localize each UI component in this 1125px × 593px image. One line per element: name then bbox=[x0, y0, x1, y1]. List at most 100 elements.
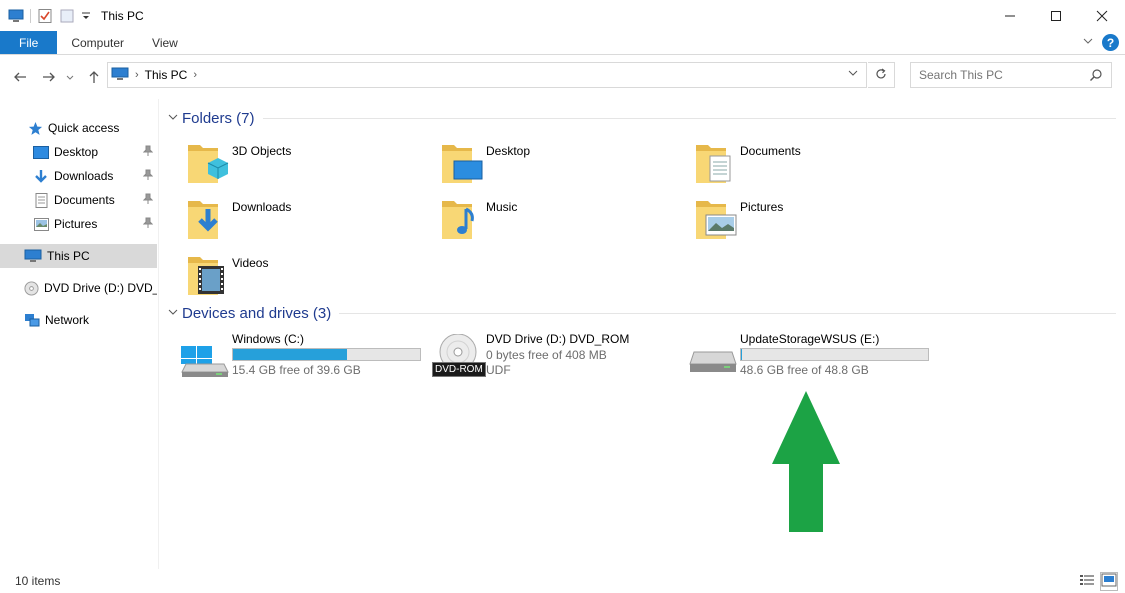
back-icon[interactable] bbox=[9, 66, 31, 88]
tab-computer[interactable]: Computer bbox=[57, 31, 138, 54]
folders-group-title: Folders (7) bbox=[182, 110, 255, 127]
tab-view[interactable]: View bbox=[138, 31, 192, 54]
computer-icon bbox=[111, 67, 129, 84]
downloads-folder-icon bbox=[186, 195, 234, 243]
search-icon[interactable] bbox=[1089, 68, 1103, 85]
item-count: 10 items bbox=[15, 574, 61, 588]
folder-tile-videos[interactable]: Videos bbox=[186, 251, 436, 301]
sidebar-item-quick-access[interactable]: Quick access bbox=[0, 116, 157, 140]
window-title: This PC bbox=[101, 8, 144, 23]
chevron-down-icon[interactable] bbox=[168, 112, 182, 125]
pin-icon bbox=[142, 193, 154, 208]
sidebar-item-label: Quick access bbox=[48, 121, 120, 135]
ribbon-tabs: File Computer View ? bbox=[0, 31, 1125, 55]
folder-tile-music[interactable]: Music bbox=[440, 195, 690, 245]
refresh-button[interactable] bbox=[868, 62, 895, 88]
refresh-icon bbox=[875, 67, 887, 83]
pin-icon bbox=[142, 217, 154, 232]
folder-tile-pictures[interactable]: Pictures bbox=[694, 195, 944, 245]
new-folder-icon[interactable] bbox=[59, 8, 75, 24]
folders-group-header[interactable]: Folders (7) bbox=[168, 110, 1116, 127]
dvd-icon bbox=[24, 280, 39, 296]
close-button[interactable] bbox=[1079, 0, 1125, 31]
drive-usage-fill bbox=[233, 349, 348, 360]
navigation-bar: › This PC › bbox=[0, 55, 1125, 99]
windows-drive-icon bbox=[180, 334, 230, 380]
folder-label: Desktop bbox=[486, 144, 531, 158]
network-icon bbox=[24, 312, 40, 328]
sidebar-item-label: Pictures bbox=[54, 217, 98, 231]
drive-tile-e[interactable]: UpdateStorageWSUS (E:) 48.6 GB free of 4… bbox=[688, 332, 938, 382]
3d-objects-folder-icon bbox=[186, 139, 234, 187]
drive-tile-d[interactable]: DVD-ROM DVD Drive (D:) DVD_ROM 0 bytes f… bbox=[432, 332, 684, 382]
folder-tile-documents[interactable]: Documents bbox=[694, 139, 944, 189]
folder-tile-downloads[interactable]: Downloads bbox=[186, 195, 436, 245]
address-bar[interactable]: › This PC › bbox=[107, 62, 867, 88]
properties-icon[interactable] bbox=[37, 8, 53, 24]
sidebar-item-label: Desktop bbox=[54, 145, 99, 159]
dvd-rom-badge: DVD-ROM bbox=[432, 362, 486, 377]
divider bbox=[339, 313, 1116, 314]
minimize-button[interactable] bbox=[987, 0, 1033, 31]
folder-label: Documents bbox=[740, 144, 801, 158]
chevron-down-icon[interactable] bbox=[848, 68, 858, 81]
chevron-right-icon[interactable]: › bbox=[135, 69, 139, 81]
drive-name: UpdateStorageWSUS (E:) bbox=[740, 332, 880, 346]
quick-access-toolbar bbox=[8, 8, 91, 24]
drives-group-title: Devices and drives (3) bbox=[182, 305, 332, 322]
sidebar-item-label: This PC bbox=[47, 249, 90, 263]
sidebar-item-label: Network bbox=[45, 313, 90, 327]
breadcrumb-this-pc[interactable]: This PC bbox=[145, 68, 188, 82]
expand-ribbon-icon[interactable] bbox=[1082, 35, 1094, 50]
search-input[interactable] bbox=[919, 68, 1079, 82]
document-icon bbox=[33, 192, 49, 208]
maximize-button[interactable] bbox=[1033, 0, 1079, 31]
title-bar: This PC bbox=[0, 0, 1125, 31]
sidebar-item-network[interactable]: Network bbox=[0, 308, 157, 332]
large-icons-view-icon[interactable] bbox=[1100, 572, 1118, 591]
customize-dropdown-icon[interactable] bbox=[81, 8, 91, 24]
drive-usage-bar bbox=[232, 348, 421, 361]
documents-folder-icon bbox=[694, 139, 742, 187]
up-icon[interactable] bbox=[83, 66, 105, 88]
annotation-arrow-icon bbox=[772, 391, 840, 532]
folder-tile-3d-objects[interactable]: 3D Objects bbox=[186, 139, 436, 189]
folder-label: Videos bbox=[232, 256, 269, 270]
sidebar-item-label: Documents bbox=[54, 193, 115, 207]
chevron-down-icon[interactable] bbox=[168, 307, 182, 320]
desktop-folder-icon bbox=[440, 139, 488, 187]
pin-icon bbox=[142, 145, 154, 160]
details-view-icon[interactable] bbox=[1079, 573, 1095, 590]
pictures-folder-icon bbox=[694, 195, 742, 243]
star-icon bbox=[27, 120, 43, 136]
sidebar-item-dvd-drive[interactable]: DVD Drive (D:) DVD_R bbox=[0, 276, 157, 300]
drives-group-header[interactable]: Devices and drives (3) bbox=[168, 305, 1116, 322]
computer-icon[interactable] bbox=[8, 8, 24, 24]
help-icon[interactable]: ? bbox=[1102, 34, 1119, 51]
download-icon bbox=[33, 168, 49, 184]
content-pane: Folders (7) 3D Objects Desktop Documents… bbox=[160, 99, 1125, 569]
folder-tile-desktop[interactable]: Desktop bbox=[440, 139, 690, 189]
forward-icon[interactable] bbox=[38, 66, 60, 88]
status-bar: 10 items bbox=[0, 569, 1125, 593]
drive-free-space: 0 bytes free of 408 MB bbox=[486, 348, 607, 362]
chevron-right-icon[interactable]: › bbox=[193, 69, 197, 81]
sidebar-item-this-pc[interactable]: This PC bbox=[0, 244, 157, 268]
drive-free-space: 48.6 GB free of 48.8 GB bbox=[740, 363, 869, 377]
sidebar-item-documents[interactable]: Documents bbox=[0, 188, 157, 212]
folder-label: Pictures bbox=[740, 200, 784, 214]
ribbon-right: ? bbox=[1082, 34, 1119, 51]
sidebar-item-desktop[interactable]: Desktop bbox=[0, 140, 157, 164]
sidebar-item-label: DVD Drive (D:) DVD_R bbox=[44, 281, 157, 295]
drive-free-space: 15.4 GB free of 39.6 GB bbox=[232, 363, 361, 377]
recent-locations-icon[interactable] bbox=[63, 66, 77, 88]
sidebar-item-downloads[interactable]: Downloads bbox=[0, 164, 157, 188]
divider bbox=[262, 118, 1116, 119]
drive-usage-fill bbox=[741, 349, 742, 360]
view-toggle bbox=[1079, 572, 1118, 591]
drive-usage-bar bbox=[740, 348, 929, 361]
tab-file[interactable]: File bbox=[0, 31, 58, 54]
search-box[interactable] bbox=[910, 62, 1112, 88]
drive-tile-c[interactable]: Windows (C:) 15.4 GB free of 39.6 GB bbox=[180, 332, 430, 382]
sidebar-item-pictures[interactable]: Pictures bbox=[0, 212, 157, 236]
